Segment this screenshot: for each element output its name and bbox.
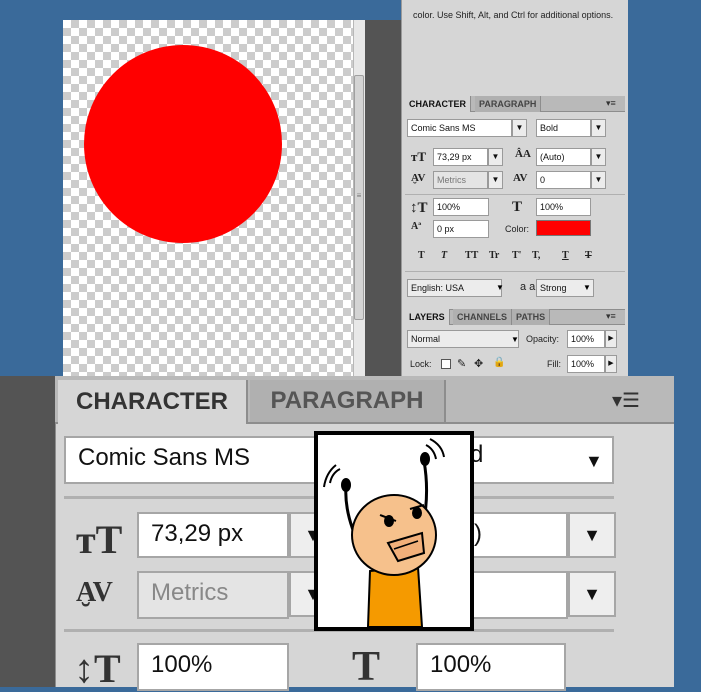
desktop-background-right — [628, 0, 701, 376]
leading-dropdown[interactable]: ▼ — [591, 148, 606, 166]
baseline-shift-field[interactable]: 0 px — [433, 220, 489, 238]
lock-transparent-pixels-icon[interactable] — [441, 359, 451, 369]
blend-mode-dropdown-icon[interactable]: ▼ — [511, 335, 519, 344]
font-size-field[interactable]: 73,29 px — [433, 148, 488, 166]
vertical-scale-field[interactable]: 100% — [433, 198, 489, 216]
font-style-field[interactable]: Bold — [536, 119, 591, 137]
shrugging-comic-figure-icon — [323, 438, 445, 627]
zoomed-font-size-field[interactable]: 73,29 px — [137, 512, 289, 558]
zoomed-vertical-scale-icon: ↕T — [74, 646, 121, 691]
lock-image-pixels-icon[interactable]: ✎ — [457, 357, 466, 370]
zoomed-kerning-icon: A̮V — [76, 577, 113, 608]
zoomed-leading-dropdown[interactable]: ▼ — [568, 512, 616, 558]
anti-alias-icon: a a — [520, 281, 536, 293]
lock-all-icon[interactable]: 🔒 — [493, 357, 505, 368]
opacity-field[interactable]: 100% — [567, 330, 605, 348]
font-family-dropdown[interactable]: ▼ — [512, 119, 527, 137]
panel-menu-icon[interactable]: ▾≡ — [606, 98, 616, 109]
opacity-slider-button[interactable]: ▶ — [605, 330, 617, 348]
red-circle-shape[interactable] — [84, 45, 282, 243]
all-caps-button[interactable]: TT — [465, 250, 478, 261]
fill-label: Fill: — [547, 359, 561, 369]
tool-help-text: color. Use Shift, Alt, and Ctrl for addi… — [413, 10, 614, 20]
layers-menu-icon[interactable]: ▾≡ — [606, 311, 616, 322]
desktop-background-left — [0, 0, 63, 376]
superscript-button[interactable]: T' — [512, 250, 521, 261]
font-size-dropdown[interactable]: ▼ — [488, 148, 503, 166]
tracking-icon: AV — [513, 172, 528, 184]
opacity-label: Opacity: — [526, 334, 560, 344]
horizontal-scale-icon: T — [512, 199, 523, 215]
leading-icon: ÂA — [515, 148, 531, 160]
zoomed-font-style-dropdown-icon[interactable]: ▼ — [585, 451, 603, 472]
kerning-icon: A̮V — [411, 172, 426, 184]
tracking-dropdown[interactable]: ▼ — [591, 171, 606, 189]
zoomed-kerning-field[interactable]: Metrics — [137, 571, 289, 619]
scrollbar-grip-icon: ≡ — [356, 191, 362, 200]
underline-button[interactable]: T — [562, 250, 569, 261]
workspace-gutter — [365, 20, 401, 376]
tab-channels[interactable]: CHANNELS — [453, 309, 513, 325]
fill-slider-button[interactable]: ▶ — [605, 355, 617, 373]
zoomed-horizontal-scale-icon: T — [352, 644, 381, 690]
vertical-scale-icon: ↕T — [410, 200, 428, 216]
anti-alias-dropdown-icon[interactable]: ▼ — [583, 283, 591, 292]
zoomed-tracking-dropdown[interactable]: ▼ — [568, 571, 616, 617]
color-label: Color: — [505, 224, 530, 234]
language-dropdown-icon[interactable]: ▼ — [496, 283, 504, 292]
zoomed-tab-character[interactable]: CHARACTER — [58, 380, 248, 424]
lock-position-icon[interactable]: ✥ — [474, 357, 483, 370]
font-family-field[interactable]: Comic Sans MS — [407, 119, 512, 137]
panel-divider — [405, 271, 625, 272]
panel-divider — [405, 194, 625, 195]
leading-field[interactable]: (Auto) — [536, 148, 591, 166]
font-style-dropdown[interactable]: ▼ — [591, 119, 606, 137]
strikethrough-button[interactable]: T — [585, 250, 592, 261]
text-color-swatch[interactable] — [536, 220, 591, 236]
zoomed-vertical-scale-field[interactable]: 100% — [137, 643, 289, 691]
faux-bold-button[interactable]: T — [418, 250, 425, 261]
tab-paths[interactable]: PATHS — [512, 309, 551, 325]
zoomed-panel-menu-icon[interactable]: ▾☰ — [612, 388, 640, 413]
baseline-shift-icon: Aª — [411, 221, 422, 232]
fill-field[interactable]: 100% — [567, 355, 605, 373]
language-field[interactable]: English: USA — [407, 279, 502, 297]
zoomed-horizontal-scale-field[interactable]: 100% — [416, 643, 566, 691]
small-caps-button[interactable]: Tr — [489, 250, 499, 261]
faux-italic-button[interactable]: T — [441, 250, 447, 261]
tracking-field[interactable]: 0 — [536, 171, 591, 189]
tab-paragraph[interactable]: PARAGRAPH — [475, 96, 542, 112]
tab-layers[interactable]: LAYERS — [405, 309, 450, 325]
kerning-field[interactable]: Metrics — [433, 171, 488, 189]
lock-label: Lock: — [410, 359, 432, 369]
comic-character-overlay — [314, 431, 474, 631]
zoomed-font-size-icon: ᴛT — [76, 517, 123, 562]
blend-mode-field[interactable]: Normal — [407, 330, 519, 348]
workspace-gutter-zoomed — [0, 376, 55, 687]
desktop-background-top — [63, 0, 371, 20]
zoomed-font-family-value: Comic Sans MS — [78, 444, 251, 471]
horizontal-scale-field[interactable]: 100% — [536, 198, 591, 216]
tab-character[interactable]: CHARACTER — [405, 96, 471, 112]
font-size-icon: ᴛT — [411, 149, 427, 164]
kerning-dropdown[interactable]: ▼ — [488, 171, 503, 189]
zoomed-tab-paragraph[interactable]: PARAGRAPH — [250, 380, 446, 422]
subscript-button[interactable]: T, — [532, 250, 540, 261]
